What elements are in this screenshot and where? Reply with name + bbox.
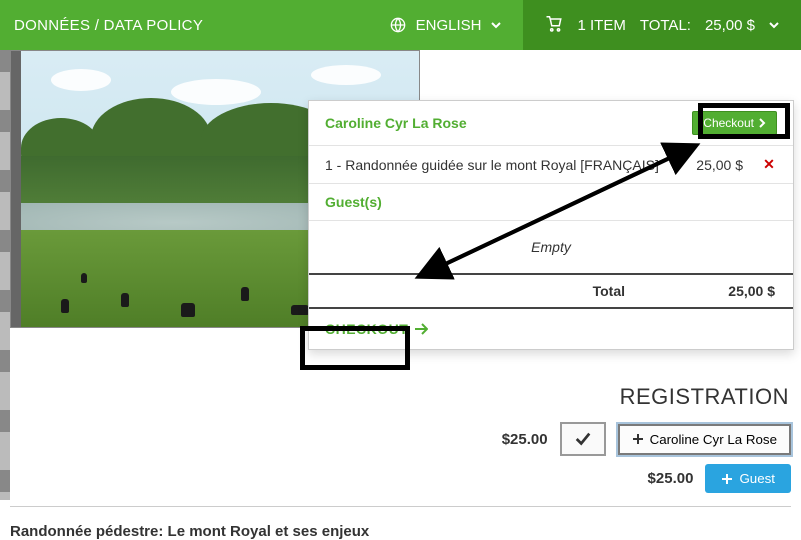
registration-price: $25.00: [478, 431, 548, 448]
registration-heading: REGISTRATION: [11, 384, 791, 418]
event-title: Randonnée pédestre: Le mont Royal et ses…: [10, 506, 791, 540]
cart-total-value: 25,00 $: [705, 17, 755, 34]
add-guest-button[interactable]: Guest: [705, 464, 791, 493]
cart-line-price: 25,00 $: [671, 157, 761, 173]
add-guest-label: Guest: [739, 471, 775, 486]
data-policy-link[interactable]: DONNÉES / DATA POLICY: [0, 0, 217, 50]
checkout-big-label: CHECKOUT: [325, 321, 408, 337]
checkout-mini-button[interactable]: Checkout: [692, 111, 777, 135]
cart-summary[interactable]: 1 ITEM TOTAL: 25,00 $: [523, 0, 801, 50]
data-policy-label: DONNÉES / DATA POLICY: [14, 17, 203, 34]
chevron-right-icon: [758, 118, 766, 128]
arrow-right-icon: [414, 323, 428, 335]
cropped-sidebar: [0, 50, 10, 500]
cart-guests-empty: Empty: [309, 221, 793, 273]
add-attendee-self-label: Caroline Cyr La Rose: [650, 432, 777, 447]
globe-icon: [390, 17, 406, 33]
checkout-big-button[interactable]: CHECKOUT: [325, 321, 428, 337]
cart-icon: [545, 16, 563, 34]
plus-icon: [632, 433, 644, 445]
cart-line-remove-button[interactable]: ✕: [761, 156, 777, 173]
check-icon: [574, 430, 592, 448]
cart-line-desc: 1 - Randonnée guidée sur le mont Royal […: [325, 157, 671, 173]
language-label: ENGLISH: [416, 17, 482, 34]
caret-down-icon: [769, 20, 779, 30]
cart-guests-heading: Guest(s): [325, 194, 382, 210]
cart-total-value: 25,00 $: [665, 283, 775, 299]
registration-selected-check[interactable]: [560, 422, 606, 456]
cart-line-item: 1 - Randonnée guidée sur le mont Royal […: [309, 146, 793, 184]
add-attendee-self-button[interactable]: Caroline Cyr La Rose: [618, 424, 791, 455]
caret-down-icon: [491, 20, 501, 30]
checkout-mini-label: Checkout: [703, 116, 754, 130]
cart-total-label: Total: [327, 283, 665, 299]
plus-icon: [721, 473, 733, 485]
cart-dropdown-panel: Caroline Cyr La Rose Checkout 1 - Randon…: [308, 100, 794, 350]
registration-row-attendee: $25.00 Caroline Cyr La Rose: [11, 418, 791, 460]
language-selector[interactable]: ENGLISH: [368, 0, 524, 50]
registration-row-guest: $25.00 Guest: [11, 460, 791, 497]
registration-price: $25.00: [623, 470, 693, 487]
cart-total-label: TOTAL:: [640, 17, 691, 34]
topbar: DONNÉES / DATA POLICY ENGLISH 1 ITEM TOT…: [0, 0, 801, 50]
cart-customer-name: Caroline Cyr La Rose: [325, 115, 467, 131]
registration-section: REGISTRATION $25.00 Caroline Cyr La Rose…: [11, 384, 801, 497]
cart-items-count: 1 ITEM: [577, 17, 625, 34]
cart-total-row: Total 25,00 $: [309, 273, 793, 309]
